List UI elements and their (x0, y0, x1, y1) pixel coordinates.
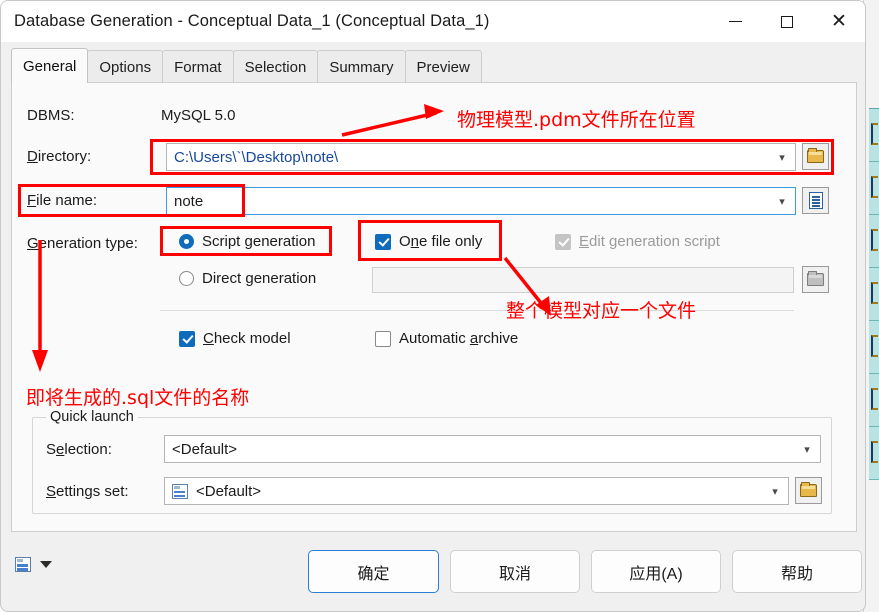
annotation-one-file-text: 整个模型对应一个文件 (506, 300, 697, 322)
checkbox-check-model[interactable]: Check model (179, 330, 291, 347)
selection-label: Selection: (46, 441, 112, 458)
checkbox-icon (179, 330, 195, 347)
chevron-down-icon[interactable]: ▾ (762, 478, 788, 504)
radio-label: Script generation (202, 233, 316, 250)
background-window-grid (869, 108, 879, 480)
radio-direct-generation[interactable]: Direct generation (179, 270, 316, 287)
directory-value: C:\Users\`\Desktop\note\ (174, 148, 339, 166)
close-button[interactable]: ✕ (813, 1, 865, 42)
settings-set-combobox[interactable]: <Default> ▾ (164, 477, 789, 505)
dialog-menu-control[interactable] (15, 557, 52, 572)
filename-combobox[interactable]: note ▾ (166, 187, 796, 215)
settings-set-value: <Default> (196, 482, 262, 500)
cancel-button-label: 取消 (498, 565, 531, 583)
tab-label: General (23, 57, 77, 75)
tab-selection[interactable]: Selection (232, 50, 319, 83)
dbms-value: MySQL 5.0 (161, 107, 236, 124)
directory-label: Directory: (27, 148, 92, 165)
settings-list-icon (15, 557, 31, 572)
direct-generation-target-input (372, 267, 794, 293)
help-button[interactable]: 帮助 (732, 550, 862, 593)
database-generation-dialog: Database Generation - Conceptual Data_1 … (0, 0, 866, 612)
chevron-down-icon[interactable]: ▾ (769, 144, 795, 170)
checkbox-automatic-archive[interactable]: Automatic archive (375, 330, 518, 347)
tab-options[interactable]: Options (87, 50, 164, 83)
chevron-down-icon[interactable]: ▾ (769, 188, 795, 214)
checkbox-one-file-only[interactable]: One file only (375, 233, 482, 250)
help-button-label: 帮助 (780, 565, 813, 583)
selection-combobox[interactable]: <Default> ▾ (164, 435, 821, 463)
ok-button[interactable]: 确定 (308, 550, 439, 593)
close-icon: ✕ (831, 11, 847, 32)
tab-label: Preview (416, 58, 470, 76)
settings-set-browse-button[interactable] (795, 477, 822, 504)
tab-label: Format (174, 58, 222, 76)
window-title: Database Generation - Conceptual Data_1 … (14, 12, 490, 30)
general-tab-panel: DBMS: MySQL 5.0 Directory: C:\Users\`\De… (11, 82, 857, 532)
folder-icon (807, 148, 824, 163)
chevron-down-icon[interactable]: ▾ (794, 436, 820, 462)
apply-button-label: 应用(A) (629, 565, 683, 583)
checkbox-edit-generation-script: Edit generation script (555, 233, 720, 250)
ok-button-label: 确定 (357, 565, 390, 583)
tab-summary[interactable]: Summary (317, 50, 406, 83)
apply-button[interactable]: 应用(A) (591, 550, 721, 593)
tab-label: Selection (244, 58, 307, 76)
radio-script-generation[interactable]: Script generation (179, 233, 315, 250)
quick-launch-group-title: Quick launch (46, 409, 138, 425)
title-bar[interactable]: Database Generation - Conceptual Data_1 … (1, 1, 865, 42)
minimize-icon (728, 20, 742, 23)
checkbox-label: Edit generation script (579, 233, 720, 250)
settings-set-label: Settings set: (46, 483, 129, 500)
dbms-label: DBMS: (27, 107, 75, 124)
chevron-down-icon[interactable] (40, 561, 52, 568)
settings-list-icon (172, 483, 188, 499)
selection-value: <Default> (172, 440, 238, 458)
folder-icon (800, 482, 817, 497)
filename-browse-button[interactable] (802, 187, 829, 214)
tab-general[interactable]: General (11, 48, 89, 83)
screen: Database Generation - Conceptual Data_1 … (0, 0, 879, 612)
radio-dot-icon (179, 234, 194, 249)
radio-dot-icon (179, 271, 194, 286)
maximize-button[interactable] (761, 1, 813, 42)
annotation-filename-text: 即将生成的.sql文件的名称 (26, 387, 250, 409)
maximize-icon (781, 15, 793, 28)
directory-browse-button[interactable] (802, 143, 829, 170)
tab-preview[interactable]: Preview (404, 50, 482, 83)
checkbox-label: One file only (399, 233, 483, 250)
tab-strip: General Options Format Selection Summary… (11, 48, 857, 83)
checkbox-label: Automatic archive (399, 330, 519, 347)
tab-format[interactable]: Format (162, 50, 234, 83)
checkbox-icon (555, 233, 571, 250)
checkbox-label: Check model (203, 330, 291, 347)
document-icon (808, 192, 823, 209)
filename-value: note (174, 192, 204, 210)
checkbox-icon (375, 233, 391, 250)
section-divider (160, 310, 794, 311)
directory-combobox[interactable]: C:\Users\`\Desktop\note\ ▾ (166, 143, 796, 171)
tab-label: Options (99, 58, 152, 76)
tab-label: Summary (329, 58, 394, 76)
checkbox-icon (375, 330, 391, 347)
minimize-button[interactable] (709, 1, 761, 42)
annotation-directory-text: 物理模型.pdm文件所在位置 (457, 109, 696, 131)
radio-label: Direct generation (202, 270, 317, 287)
filename-label: File name: (27, 192, 98, 209)
folder-icon (807, 271, 824, 286)
window-controls: ✕ (709, 1, 865, 42)
direct-generation-browse-button (802, 266, 829, 293)
generation-type-label: Generation type: (27, 235, 138, 252)
cancel-button[interactable]: 取消 (450, 550, 580, 593)
